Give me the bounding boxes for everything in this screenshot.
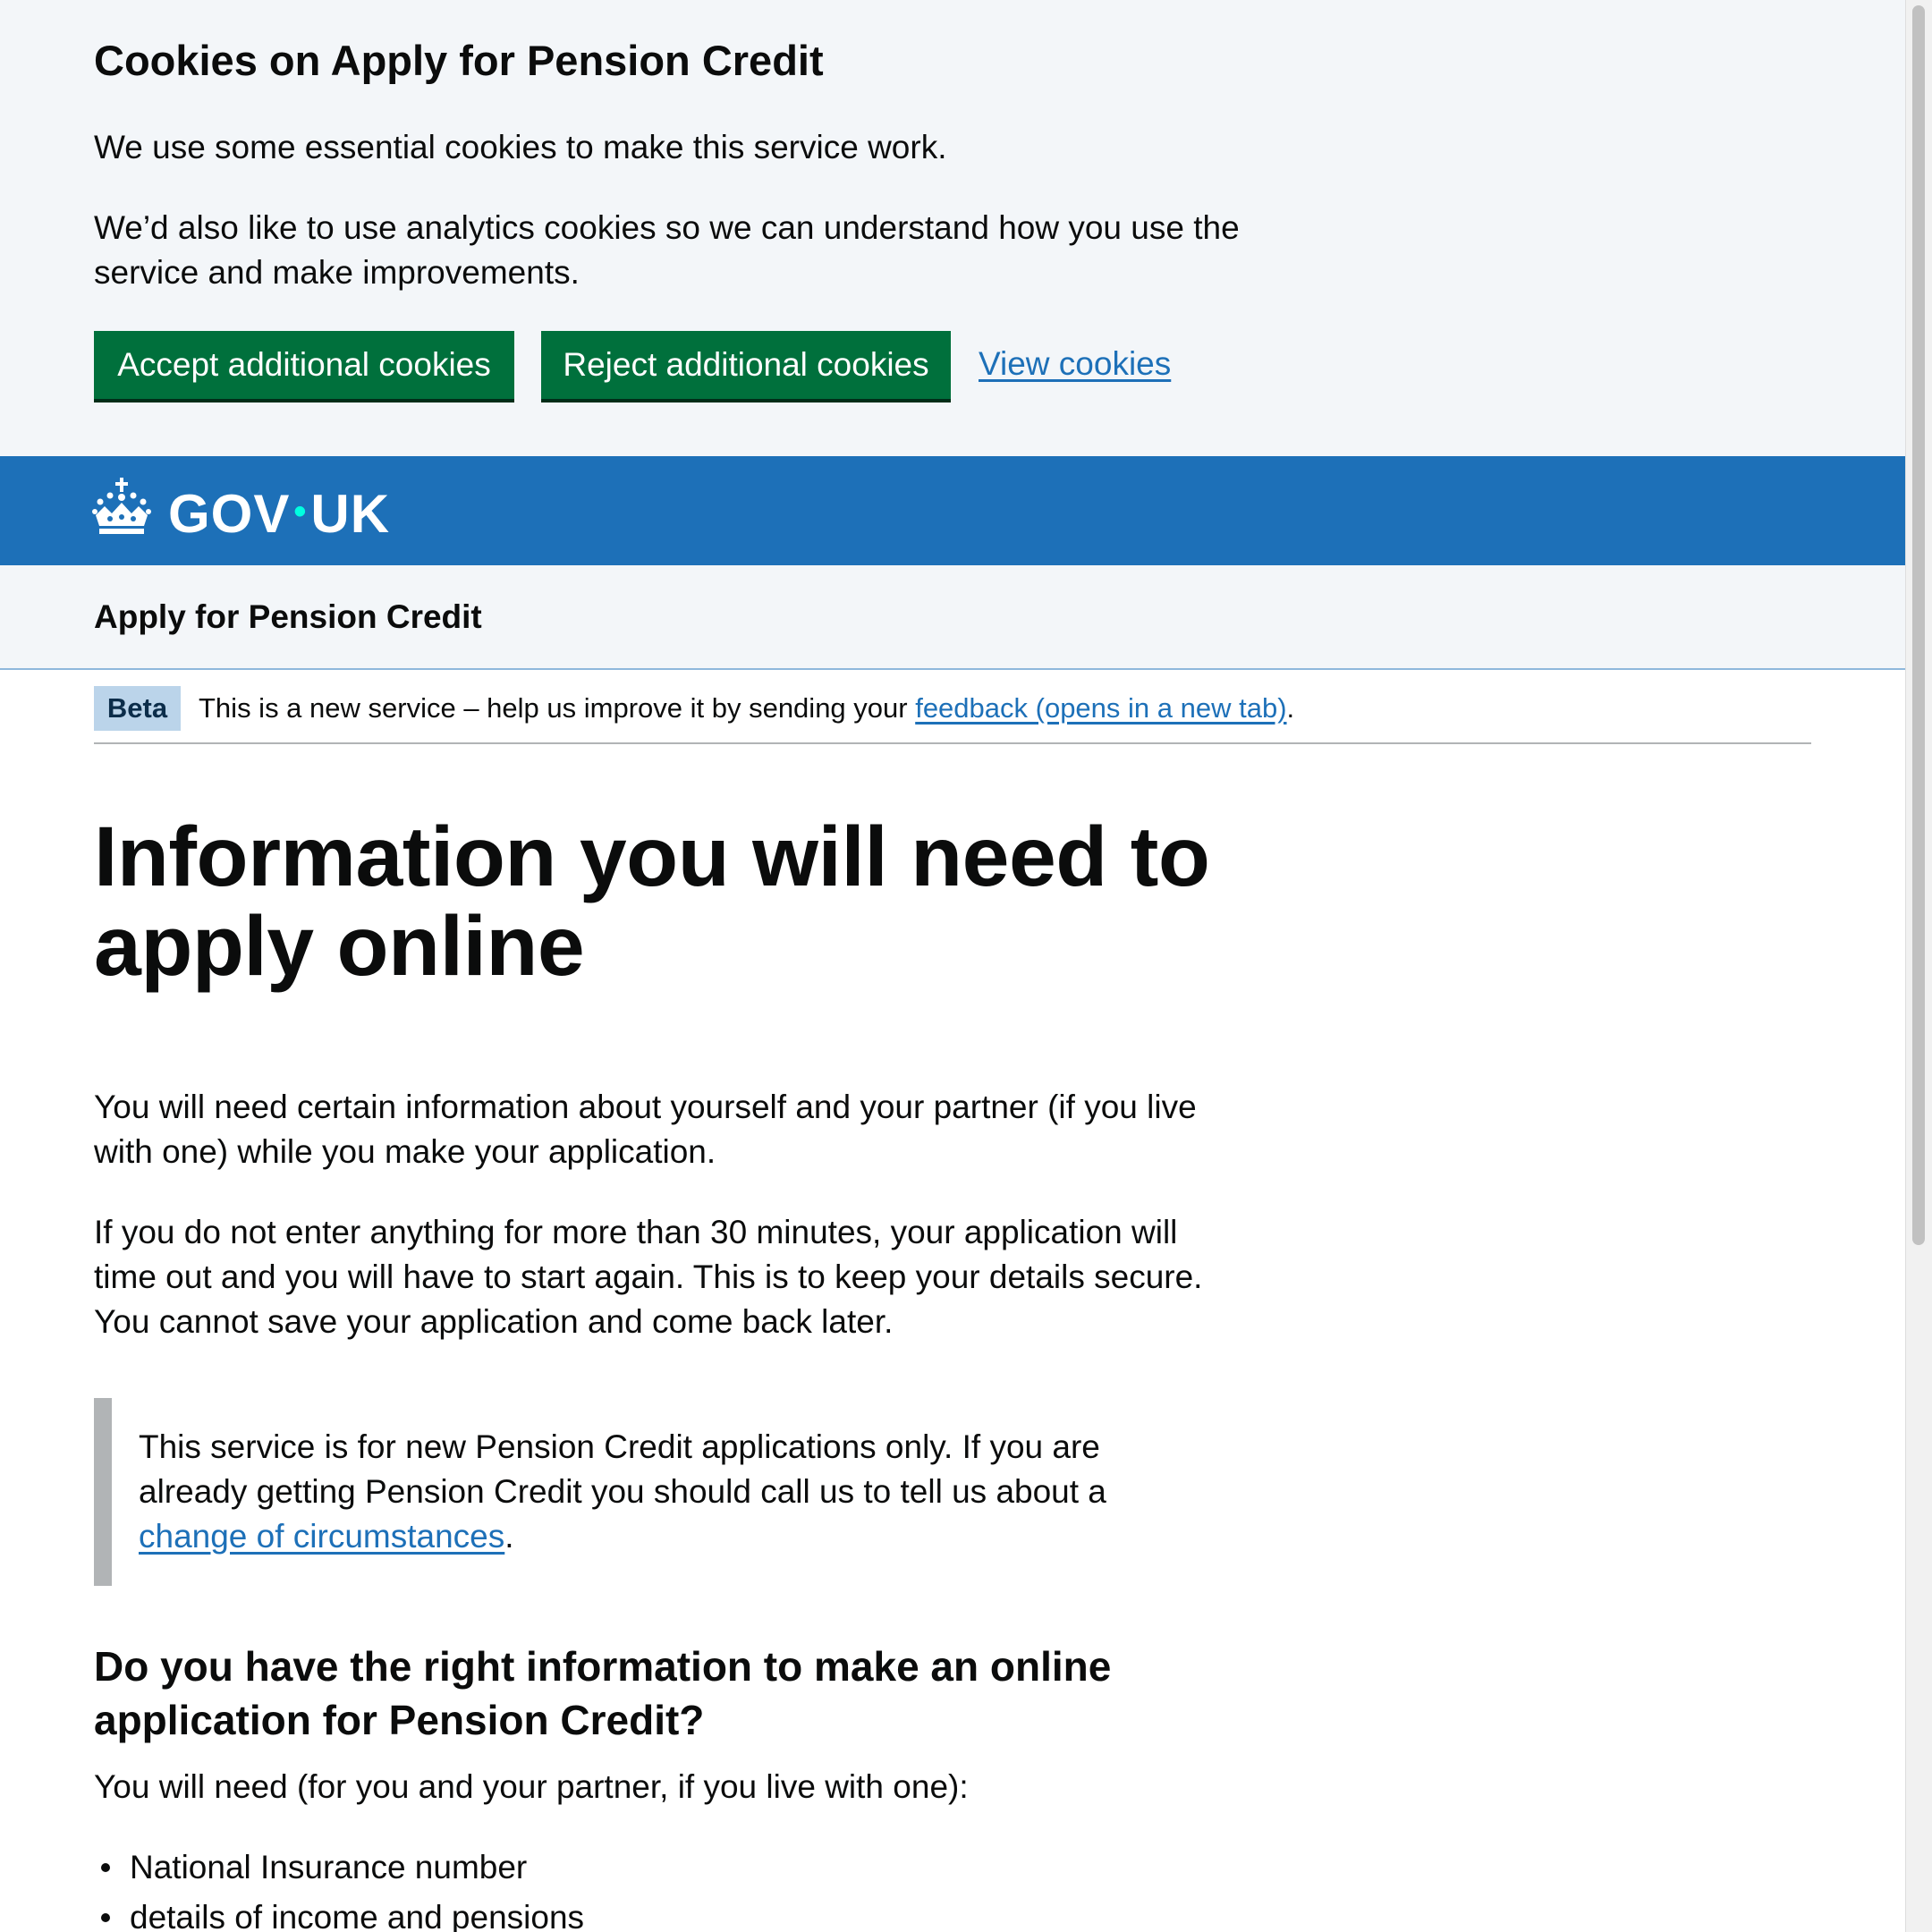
section-heading: Do you have the right information to mak… xyxy=(94,1643,1112,1743)
feedback-link[interactable]: feedback (opens in a new tab) xyxy=(915,692,1286,724)
phase-banner-text: This is a new service – help us improve … xyxy=(199,688,1294,729)
phase-text-before: This is a new service – help us improve … xyxy=(199,692,916,724)
inset-text-before: This service is for new Pension Credit a… xyxy=(139,1428,1106,1510)
vertical-scrollbar[interactable] xyxy=(1905,0,1932,1932)
govuk-logo[interactable]: GOV •UK xyxy=(168,480,390,546)
list-item: details of income and pensions xyxy=(94,1895,584,1932)
change-of-circumstances-link[interactable]: change of circumstances xyxy=(139,1518,504,1555)
intro-paragraph: You will need certain information about … xyxy=(94,1089,1197,1170)
cookie-banner-text-essential: We use some essential cookies to make th… xyxy=(94,129,947,165)
crown-icon xyxy=(92,478,151,534)
page-title: Information you will need to apply onlin… xyxy=(94,809,1210,994)
logo-gov-text: GOV xyxy=(168,484,291,544)
list-intro: You will need (for you and your partner,… xyxy=(94,1768,969,1805)
accept-cookies-button[interactable]: Accept additional cookies xyxy=(94,331,514,399)
view-cookies-link[interactable]: View cookies xyxy=(979,342,1171,386)
list-item: National Insurance number xyxy=(94,1845,584,1890)
scrollbar-thumb[interactable] xyxy=(1912,5,1925,1245)
reject-cookies-button[interactable]: Reject additional cookies xyxy=(541,331,951,399)
page: Cookies on Apply for Pension Credit We u… xyxy=(0,0,1905,1932)
cookie-banner-title: Cookies on Apply for Pension Credit xyxy=(94,37,824,84)
requirements-list: National Insurance number details of inc… xyxy=(94,1845,584,1932)
cookie-banner-text-analytics: We’d also like to use analytics cookies … xyxy=(94,209,1240,291)
inset-paragraph: This service is for new Pension Credit a… xyxy=(139,1425,1212,1559)
phase-tag: Beta xyxy=(94,686,181,731)
service-name-link[interactable]: Apply for Pension Credit xyxy=(94,595,482,640)
timeout-paragraph: If you do not enter anything for more th… xyxy=(94,1214,1203,1340)
logo-dot: • xyxy=(293,492,308,531)
inset-text-after: . xyxy=(504,1518,514,1555)
phase-text-after: . xyxy=(1286,692,1295,724)
logo-uk-text: UK xyxy=(310,484,391,544)
